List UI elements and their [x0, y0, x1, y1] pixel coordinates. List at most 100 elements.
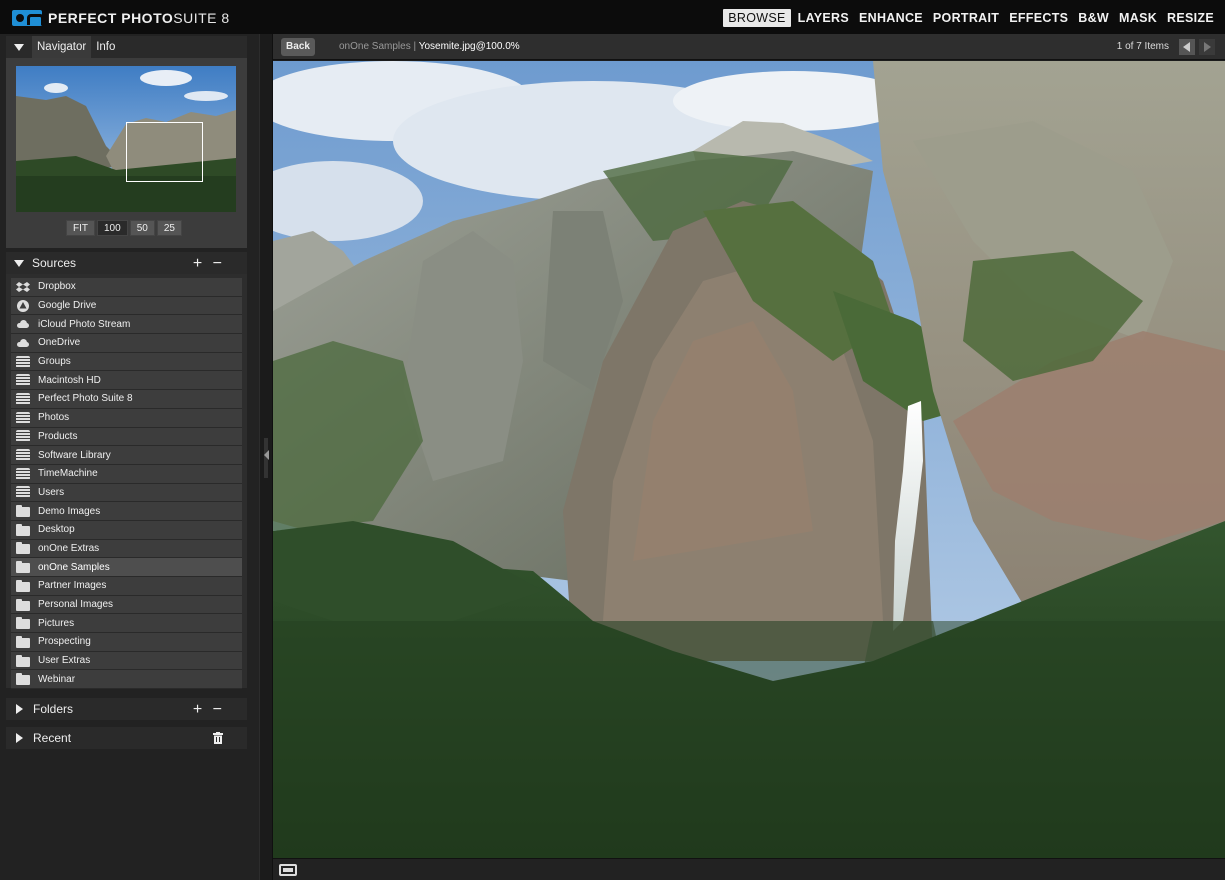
module-tab-enhance[interactable]: ENHANCE [854, 9, 928, 27]
source-item[interactable]: Pictures [11, 614, 242, 634]
source-item[interactable]: Partner Images [11, 577, 242, 596]
navigator-header: Navigator Info [6, 36, 247, 58]
source-item[interactable]: Macintosh HD [11, 371, 242, 391]
module-tab-layers[interactable]: LAYERS [793, 9, 854, 27]
source-item[interactable]: Users [11, 483, 242, 503]
source-item-label: onOne Samples [38, 561, 110, 573]
source-item-label: Dropbox [38, 281, 76, 293]
source-item-label: Macintosh HD [38, 374, 101, 386]
sources-header[interactable]: Sources + − [6, 252, 247, 274]
folder-icon [16, 598, 30, 611]
module-tabs: BROWSE LAYERS ENHANCE PORTRAIT EFFECTS B&W MAS… [723, 9, 1219, 27]
sources-list: Dropbox Google Drive iCloud Photo Stream On… [11, 278, 242, 690]
brand-name: PERFECT PHOTO [48, 10, 174, 26]
expand-triangle-icon[interactable] [16, 704, 23, 714]
zoom-fit-button[interactable]: FIT [66, 220, 95, 236]
zoom-100-button[interactable]: 100 [97, 220, 128, 236]
panel-splitter[interactable] [259, 34, 273, 880]
app-brand: PERFECT PHOTO SUITE 8 [12, 9, 230, 27]
disk-icon [16, 355, 30, 368]
source-item[interactable]: Dropbox [11, 278, 242, 297]
source-item-label: Photos [38, 412, 70, 424]
source-item[interactable]: User Extras [11, 651, 242, 671]
folder-icon [16, 617, 30, 630]
source-item-label: Software Library [38, 449, 111, 461]
disk-icon [16, 374, 30, 387]
cloud-icon [16, 338, 30, 347]
disk-icon [16, 486, 30, 499]
source-item[interactable]: Photos [11, 408, 242, 428]
left-panel: Navigator Info FIT 100 50 25 Sources + −… [0, 34, 259, 880]
source-item[interactable]: Software Library [11, 446, 242, 465]
onone-logo-icon [12, 10, 44, 26]
viewer-bottom-bar [273, 858, 1225, 880]
brand-suite: SUITE 8 [173, 10, 230, 26]
disk-icon [16, 411, 30, 424]
collapse-left-arrow-icon[interactable] [264, 450, 269, 460]
zoom-50-button[interactable]: 50 [129, 220, 155, 236]
folders-header[interactable]: Folders + − [6, 698, 247, 720]
module-tab-browse[interactable]: BROWSE [723, 9, 791, 27]
collapse-triangle-icon[interactable] [14, 259, 24, 267]
zoom-25-button[interactable]: 25 [156, 220, 182, 236]
expand-triangle-icon[interactable] [16, 733, 23, 743]
module-tab-resize[interactable]: RESIZE [1162, 9, 1219, 27]
crumb-file: Yosemite.jpg@100.0% [418, 41, 520, 52]
source-item[interactable]: Demo Images [11, 502, 242, 521]
source-item-label: OneDrive [38, 337, 81, 349]
source-item[interactable]: Products [11, 427, 242, 447]
module-tab-effects[interactable]: EFFECTS [1004, 9, 1073, 27]
viewer-toolbar: Back onOne Samples | Yosemite.jpg@100.0%… [273, 34, 1225, 60]
source-item-label: onOne Extras [38, 542, 100, 554]
module-tab-b-w[interactable]: B&W [1073, 9, 1114, 27]
source-item-label: Pictures [38, 617, 75, 629]
source-item[interactable]: Desktop [11, 520, 242, 540]
source-item[interactable]: Groups [11, 352, 242, 372]
source-item[interactable]: Webinar [11, 670, 242, 690]
module-tab-mask[interactable]: MASK [1114, 9, 1162, 27]
filmstrip-toggle-icon[interactable] [279, 864, 297, 876]
main-photo[interactable] [273, 61, 1225, 858]
folder-icon [16, 561, 30, 574]
source-item-label: Personal Images [38, 599, 114, 611]
trash-icon[interactable] [213, 732, 223, 744]
tab-info[interactable]: Info [91, 36, 120, 58]
folder-icon [16, 505, 30, 518]
back-button[interactable]: Back [281, 38, 315, 56]
source-item-label: Desktop [38, 524, 75, 536]
source-item-label: Google Drive [38, 300, 97, 312]
source-item[interactable]: Prospecting [11, 633, 242, 652]
source-item[interactable]: TimeMachine [11, 464, 242, 484]
source-item-label: User Extras [38, 655, 91, 667]
module-tab-portrait[interactable]: PORTRAIT [928, 9, 1004, 27]
google-drive-icon [16, 299, 30, 312]
sources-add-remove[interactable]: + − [193, 255, 225, 273]
source-item[interactable]: iCloud Photo Stream [11, 315, 242, 335]
recent-title: Recent [33, 731, 72, 745]
source-item[interactable]: Personal Images [11, 595, 242, 615]
dropbox-icon [16, 281, 30, 293]
top-bar: PERFECT PHOTO SUITE 8 BROWSE LAYERS ENHANC… [0, 0, 1225, 34]
source-item[interactable]: Perfect Photo Suite 8 [11, 390, 242, 409]
source-item[interactable]: OneDrive [11, 334, 242, 353]
collapse-triangle-icon[interactable] [14, 43, 24, 51]
folder-icon [16, 654, 30, 667]
source-item-label: Products [38, 430, 78, 442]
folders-add-remove[interactable]: + − [193, 701, 225, 719]
source-item-label: Perfect Photo Suite 8 [38, 393, 133, 405]
source-item-label: Prospecting [38, 636, 91, 648]
recent-header[interactable]: Recent [6, 727, 247, 749]
previous-image-button[interactable] [1179, 39, 1195, 55]
source-item-label: Groups [38, 356, 71, 368]
source-item[interactable]: Google Drive [11, 296, 242, 316]
next-image-button[interactable] [1199, 39, 1215, 55]
viewport-rectangle[interactable] [126, 122, 203, 182]
disk-icon [16, 449, 30, 462]
navigator-panel: FIT 100 50 25 [6, 58, 247, 248]
source-item[interactable]: onOne Samples [11, 558, 242, 577]
source-item[interactable]: onOne Extras [11, 539, 242, 559]
sources-title: Sources [32, 256, 77, 270]
navigator-thumbnail[interactable] [16, 66, 236, 212]
crumb-folder[interactable]: onOne Samples [339, 41, 411, 52]
tab-navigator[interactable]: Navigator [32, 36, 92, 58]
